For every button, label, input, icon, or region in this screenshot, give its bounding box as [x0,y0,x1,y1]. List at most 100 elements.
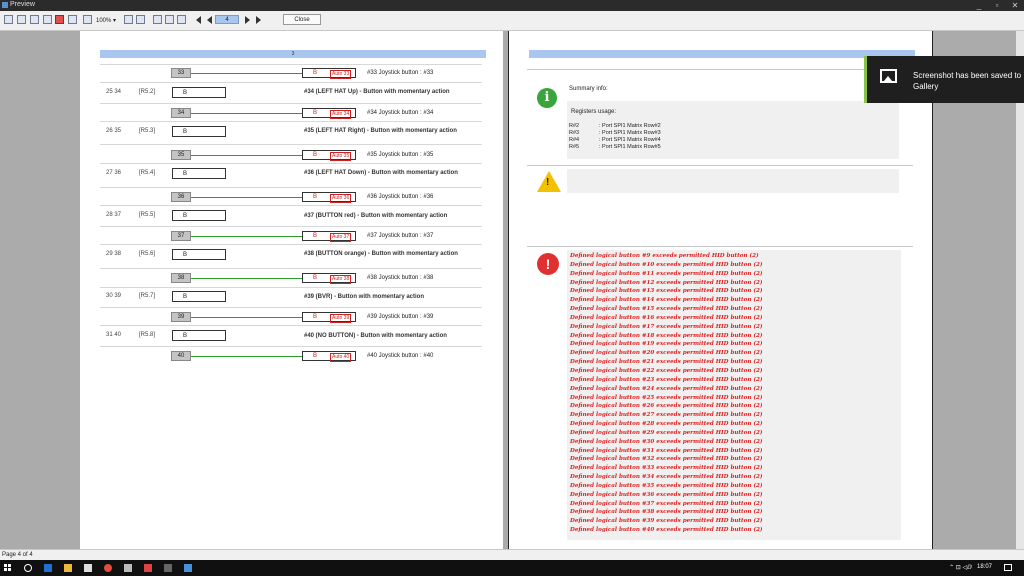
summary-box: Registers usage: R#2: Port SPI1 Matrix R… [567,101,899,159]
start-icon[interactable] [4,564,12,572]
mapping-line [191,155,302,156]
app-icon-red[interactable] [144,564,152,572]
register-key: R#3 [569,130,580,136]
zoom-out-icon[interactable] [124,15,133,24]
system-tray[interactable]: ⌃ ⊡ ◁ⅅ [949,564,972,571]
search-icon[interactable] [24,564,32,572]
input-register: [R5.4] [139,170,156,176]
clock[interactable]: 18:07 [977,564,992,570]
page-width-icon[interactable] [136,15,145,24]
error-item: Defined logical button #39 exceeds permi… [570,518,763,525]
multi-page-icon[interactable] [177,15,186,24]
error-item: Defined logical button #22 exceeds permi… [570,367,763,374]
error-item: Defined logical button #11 exceeds permi… [570,270,763,277]
explorer-icon[interactable] [64,564,72,572]
register-row: R#2: Port SPI1 Matrix Row#2 [569,123,661,130]
error-item: Defined logical button #33 exceeds permi… [570,465,763,472]
input-number: 26 35 [106,128,122,134]
prev-page-icon[interactable] [207,16,212,24]
print-preview-icon[interactable] [43,15,52,24]
output-box: B Auto 36 [302,192,356,203]
zoom-icon[interactable] [83,15,92,24]
window-title: Preview [10,1,35,8]
auto-badge: Auto 34 [330,110,352,119]
button-badge: 39 [171,312,191,322]
two-pages-icon[interactable] [165,15,174,24]
error-item: Defined logical button #9 exceeds permit… [570,253,759,259]
output-b: B [313,194,318,200]
next-page-icon[interactable] [245,16,250,24]
settings-icon[interactable] [124,564,132,572]
output-b: B [313,275,318,281]
output-b: B [313,233,318,239]
print-icon[interactable] [4,15,13,24]
register-desc: : Port SPI1 Matrix Row#2 [599,123,661,129]
row-separator [100,307,482,308]
close-window-button[interactable]: ✕ [1006,0,1024,11]
input-description: #37 (BUTTON red) - Button with momentary… [304,213,448,219]
joystick-label: #39 Joystick button : #39 [367,314,434,320]
error-item: Defined logical button #18 exceeds permi… [570,332,763,339]
input-description: #38 (BUTTON orange) - Button with moment… [304,251,458,257]
close-button[interactable]: Close [283,14,321,25]
error-item: Defined logical button #26 exceeds permi… [570,403,763,410]
toolbar: 100% ▾ 4 Close [0,11,1024,31]
row-separator [100,82,482,83]
input-number: 31 40 [106,332,122,338]
input-register: [R5.8] [139,332,156,338]
output-b: B [313,353,318,359]
output-box: B Auto 37 [302,231,356,242]
button-badge: 37 [171,231,191,241]
edge-icon[interactable] [44,564,52,572]
mapping-line [191,236,302,237]
joystick-label: #34 Joystick button : #34 [367,110,434,116]
screenshot-toast[interactable]: Screenshot has been saved to Gallery [864,56,1024,103]
maximize-button[interactable]: ▫ [988,0,1006,11]
error-item: Defined logical button #17 exceeds permi… [570,323,763,330]
error-item: Defined logical button #10 exceeds permi… [570,261,763,268]
register-desc: : Port SPI1 Matrix Row#5 [599,144,661,150]
error-item: Defined logical button #14 exceeds permi… [570,297,763,304]
input-description: #36 (LEFT HAT Down) - Button with moment… [304,170,458,176]
error-item: Defined logical button #40 exceeds permi… [570,527,763,534]
input-register: [R5.7] [139,293,156,299]
row-separator [100,268,482,269]
register-key: R#4 [569,137,580,143]
mapping-line [191,113,302,114]
auto-badge: Auto 40 [330,353,352,362]
output-box: B Auto 40 [302,351,356,362]
info-icon: i [537,88,557,108]
app-icon [2,2,8,8]
pdf-export-icon[interactable] [55,15,64,24]
output-b: B [313,152,318,158]
single-page-icon[interactable] [153,15,162,24]
first-page-icon[interactable] [196,16,201,24]
last-page-icon[interactable] [256,16,261,24]
find-icon[interactable] [68,15,77,24]
joystick-label: #36 Joystick button : #36 [367,194,434,200]
notification-icon[interactable] [1004,564,1012,571]
save-icon[interactable] [30,15,39,24]
output-b: B [313,110,318,116]
open-icon[interactable] [17,15,26,24]
vertical-scrollbar[interactable] [1016,31,1024,549]
store-icon[interactable] [84,564,92,572]
minimize-button[interactable]: _ [970,0,988,11]
output-box: B Auto 35 [302,150,356,161]
input-register: [R5.3] [139,128,156,134]
page-number-input[interactable]: 4 [215,15,239,24]
output-b: B [313,314,318,320]
auto-badge: Auto 37 [330,233,352,242]
chrome-icon[interactable] [104,564,112,572]
app-icon-gray[interactable] [164,564,172,572]
preview-app-icon[interactable] [184,564,192,572]
input-description: #34 (LEFT HAT Up) - Button with momentar… [304,89,450,95]
error-item: Defined logical button #32 exceeds permi… [570,456,763,463]
registers-title: Registers usage: [571,109,617,115]
input-register: [R5.6] [139,251,156,257]
section-divider [527,69,913,70]
section-divider [527,246,913,247]
register-desc: : Port SPI1 Matrix Row#4 [599,137,661,143]
error-item: Defined logical button #19 exceeds permi… [570,341,763,348]
zoom-select[interactable]: 100% ▾ [96,17,116,24]
